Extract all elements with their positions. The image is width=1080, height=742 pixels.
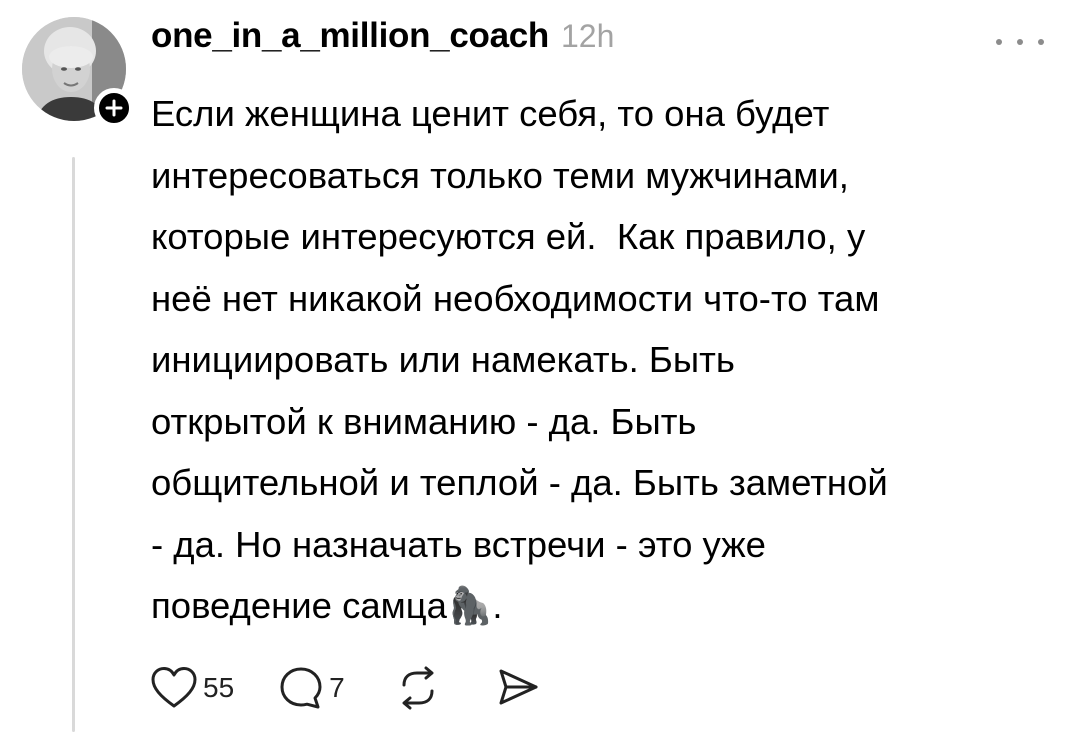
repost-icon (402, 666, 434, 710)
like-button[interactable]: 55 (150, 666, 234, 710)
post-text: Если женщина ценит себя, то она будет ин… (151, 93, 888, 626)
follow-button[interactable] (94, 88, 134, 128)
post-header: one_in_a_million_coach 12h (151, 16, 614, 66)
heart-icon (151, 667, 197, 708)
more-dots-icon (996, 39, 1002, 45)
more-options-button[interactable] (996, 30, 1044, 54)
reply-button[interactable]: 7 (278, 665, 345, 711)
more-dots-icon (1017, 39, 1023, 45)
thread-line (72, 157, 75, 732)
reply-count: 7 (329, 672, 345, 703)
more-dots-icon (1038, 39, 1044, 45)
action-bar: 55 7 (150, 662, 541, 714)
like-count: 55 (203, 672, 235, 703)
comment-bubble-icon (280, 667, 322, 709)
share-button[interactable] (495, 665, 541, 711)
username[interactable]: one_in_a_million_coach (151, 16, 549, 56)
repost-button[interactable] (395, 665, 441, 711)
timestamp: 12h (561, 18, 615, 54)
plus-icon (105, 99, 123, 117)
send-icon (499, 669, 538, 705)
